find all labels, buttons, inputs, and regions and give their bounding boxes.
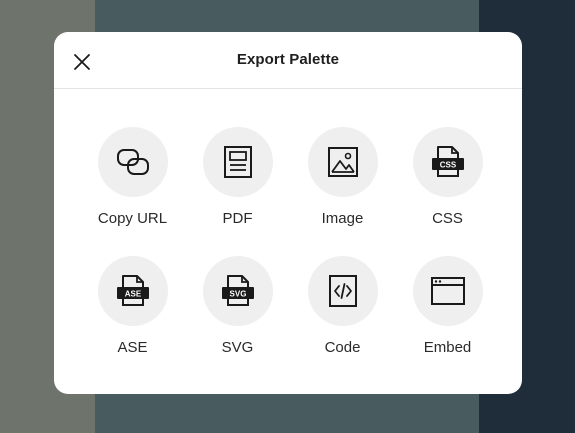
export-palette-dialog: Export Palette Copy URL PDF Image CSS CS… bbox=[54, 32, 522, 394]
pdf-document-icon bbox=[223, 146, 252, 178]
ase-file-icon: ASE bbox=[116, 275, 149, 306]
link-icon bbox=[116, 149, 149, 175]
export-options-grid: Copy URL PDF Image CSS CSS ASE ASE SVG S… bbox=[80, 127, 500, 385]
export-option-ase[interactable]: ASE ASE bbox=[80, 256, 185, 385]
svg-file-icon: SVG bbox=[221, 275, 254, 306]
option-label: Copy URL bbox=[97, 210, 168, 227]
dialog-title: Export Palette bbox=[236, 51, 340, 68]
option-icon-circle bbox=[412, 256, 483, 326]
option-icon-circle bbox=[307, 127, 378, 197]
option-label: PDF bbox=[222, 210, 253, 227]
image-icon bbox=[327, 147, 358, 177]
option-icon-circle bbox=[202, 127, 273, 197]
embed-window-icon bbox=[430, 277, 465, 305]
code-file-icon bbox=[328, 275, 357, 307]
dialog-header: Export Palette bbox=[54, 32, 522, 89]
export-option-css[interactable]: CSS CSS bbox=[395, 127, 500, 256]
option-icon-circle bbox=[97, 127, 168, 197]
svg-badge-text: SVG bbox=[229, 290, 246, 299]
option-icon-circle: CSS bbox=[412, 127, 483, 197]
option-icon-circle: SVG bbox=[202, 256, 273, 326]
export-option-embed[interactable]: Embed bbox=[395, 256, 500, 385]
export-option-pdf[interactable]: PDF bbox=[185, 127, 290, 256]
css-badge-text: CSS bbox=[439, 161, 456, 170]
option-label: Code bbox=[324, 339, 361, 356]
ase-badge-text: ASE bbox=[124, 290, 141, 299]
option-label: Image bbox=[321, 210, 364, 227]
option-label: ASE bbox=[117, 339, 148, 356]
export-option-code[interactable]: Code bbox=[290, 256, 395, 385]
css-file-icon: CSS bbox=[431, 146, 464, 177]
option-label: CSS bbox=[432, 210, 463, 227]
option-label: Embed bbox=[423, 339, 472, 356]
option-icon-circle: ASE bbox=[97, 256, 168, 326]
option-label: SVG bbox=[221, 339, 254, 356]
option-icon-circle bbox=[307, 256, 378, 326]
export-option-svg[interactable]: SVG SVG bbox=[185, 256, 290, 385]
export-option-image[interactable]: Image bbox=[290, 127, 395, 256]
export-option-copy-url[interactable]: Copy URL bbox=[80, 127, 185, 256]
